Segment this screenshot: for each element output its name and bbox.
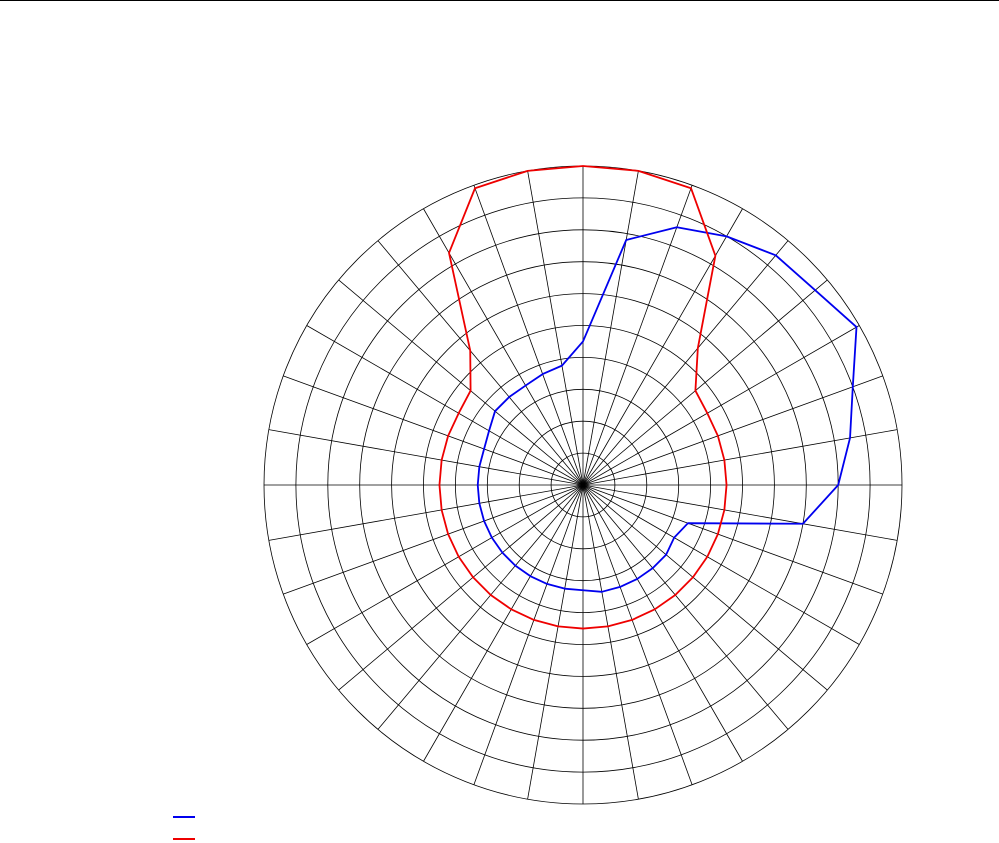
grid-spoke-140 xyxy=(582,484,789,730)
polar-chart xyxy=(173,165,903,840)
grid-spoke-300 xyxy=(306,325,584,486)
series-line-1 xyxy=(476,226,858,593)
grid-spoke-100 xyxy=(582,484,898,541)
grid-spoke-10 xyxy=(582,170,639,486)
grid-spoke-120 xyxy=(582,484,860,645)
grid-spoke-30 xyxy=(582,208,743,486)
grid-spoke-330 xyxy=(423,208,584,486)
legend xyxy=(173,816,195,840)
grid-spoke-150 xyxy=(582,484,743,762)
grid-spoke-190 xyxy=(527,484,584,800)
grid-spoke-230 xyxy=(338,484,584,691)
grid-spoke-350 xyxy=(527,170,584,486)
grid-spokes xyxy=(264,166,902,804)
grid-spoke-320 xyxy=(377,240,584,486)
grid-spoke-60 xyxy=(582,325,860,486)
grid-spoke-40 xyxy=(582,240,789,486)
grid-spoke-280 xyxy=(268,429,584,486)
grid-spoke-210 xyxy=(423,484,584,762)
grid-spoke-260 xyxy=(268,484,584,541)
grid-spoke-220 xyxy=(377,484,584,730)
grid-spoke-170 xyxy=(582,484,639,800)
grid-spoke-240 xyxy=(306,484,584,645)
